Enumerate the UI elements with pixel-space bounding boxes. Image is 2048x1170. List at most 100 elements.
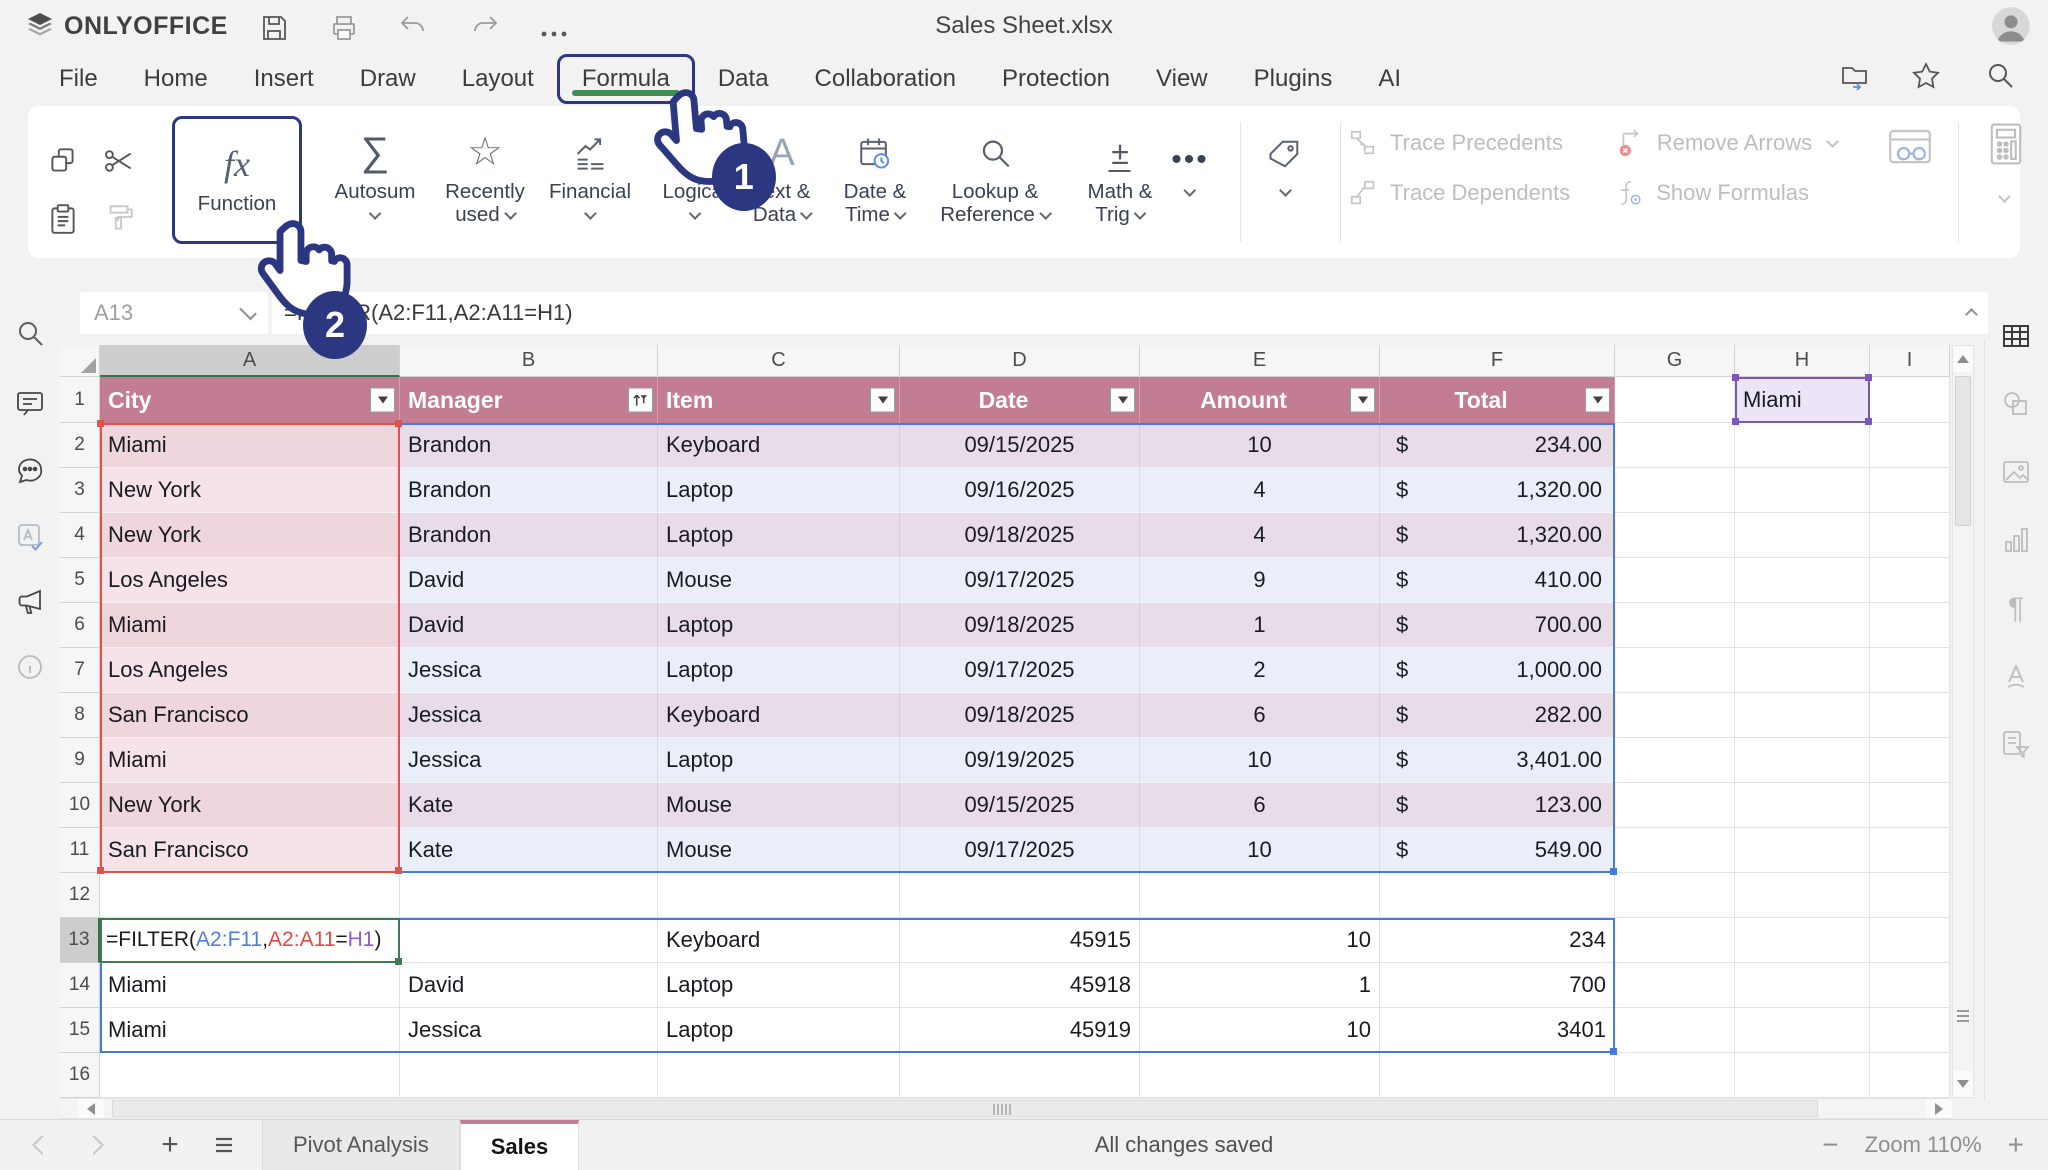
add-sheet-button[interactable]: +: [150, 1120, 190, 1170]
cell-H9[interactable]: [1735, 738, 1870, 783]
scroll-up-button[interactable]: [1953, 346, 1973, 372]
row-header-10[interactable]: 10: [60, 783, 100, 828]
column-header-D[interactable]: D: [900, 345, 1140, 377]
cell-B11[interactable]: Kate: [400, 828, 658, 873]
cell-D12[interactable]: [900, 873, 1140, 918]
spellcheck-icon[interactable]: [14, 521, 46, 553]
open-file-location-icon[interactable]: [1838, 60, 1870, 92]
cell-B2[interactable]: Brandon: [400, 423, 658, 468]
named-ranges-button[interactable]: [1266, 118, 1304, 198]
chevron-down-icon[interactable]: [1039, 207, 1052, 220]
chevron-down-icon[interactable]: [1279, 184, 1292, 197]
cell-F2[interactable]: $234.00: [1380, 423, 1615, 468]
cell-F4[interactable]: $1,320.00: [1380, 513, 1615, 558]
cell-F9[interactable]: $3,401.00: [1380, 738, 1615, 783]
cell-G8[interactable]: [1615, 693, 1735, 738]
cell-H3[interactable]: [1735, 468, 1870, 513]
tab-plugins[interactable]: Plugins: [1231, 52, 1356, 106]
cell-F15[interactable]: 3401: [1380, 1008, 1615, 1053]
filter-button[interactable]: [370, 388, 395, 413]
cell-C15[interactable]: Laptop: [658, 1008, 900, 1053]
cell-G3[interactable]: [1615, 468, 1735, 513]
cell-I15[interactable]: [1870, 1008, 1950, 1053]
trace-dependents-icon[interactable]: [1348, 178, 1378, 208]
tab-ai[interactable]: AI: [1355, 52, 1424, 106]
cell-C11[interactable]: Mouse: [658, 828, 900, 873]
cell-F13[interactable]: 234: [1380, 918, 1615, 963]
cell-H15[interactable]: [1735, 1008, 1870, 1053]
cell-B10[interactable]: Kate: [400, 783, 658, 828]
row-header-14[interactable]: 14: [60, 963, 100, 1008]
row-header-15[interactable]: 15: [60, 1008, 100, 1053]
cell-H8[interactable]: [1735, 693, 1870, 738]
cell-H1[interactable]: Miami: [1735, 377, 1870, 423]
cell-G11[interactable]: [1615, 828, 1735, 873]
chevron-down-icon[interactable]: [369, 207, 382, 220]
row-header-11[interactable]: 11: [60, 828, 100, 873]
cell-B9[interactable]: Jessica: [400, 738, 658, 783]
cell-H2[interactable]: [1735, 423, 1870, 468]
cell-A3[interactable]: New York: [100, 468, 400, 513]
watch-window-icon[interactable]: [1886, 124, 1934, 172]
cell-H5[interactable]: [1735, 558, 1870, 603]
row-header-2[interactable]: 2: [60, 423, 100, 468]
cell-A4[interactable]: New York: [100, 513, 400, 558]
paste-icon[interactable]: [46, 202, 80, 236]
cell-F11[interactable]: $549.00: [1380, 828, 1615, 873]
cell-B3[interactable]: Brandon: [400, 468, 658, 513]
cell-A7[interactable]: Los Angeles: [100, 648, 400, 693]
cell-D16[interactable]: [900, 1053, 1140, 1098]
cell-E2[interactable]: 10: [1140, 423, 1380, 468]
cell-A5[interactable]: Los Angeles: [100, 558, 400, 603]
vertical-scroll-thumb[interactable]: [1955, 376, 1971, 526]
cell-E4[interactable]: 4: [1140, 513, 1380, 558]
cell-H11[interactable]: [1735, 828, 1870, 873]
sheet-tab-pivot-analysis[interactable]: Pivot Analysis: [262, 1120, 460, 1170]
cell-C5[interactable]: Mouse: [658, 558, 900, 603]
text-art-settings-icon[interactable]: [2000, 660, 2032, 692]
cell-I11[interactable]: [1870, 828, 1950, 873]
feedback-megaphone-icon[interactable]: [14, 586, 46, 618]
cell-E9[interactable]: 10: [1140, 738, 1380, 783]
cell-D13[interactable]: 45915: [900, 918, 1140, 963]
cell-B14[interactable]: David: [400, 963, 658, 1008]
cell-A6[interactable]: Miami: [100, 603, 400, 648]
cell-G9[interactable]: [1615, 738, 1735, 783]
tab-view[interactable]: View: [1133, 52, 1231, 106]
formula-input[interactable]: =FILTER(A2:F11,A2:A11=H1): [272, 292, 1988, 334]
column-header-E[interactable]: E: [1140, 345, 1380, 377]
cell-I7[interactable]: [1870, 648, 1950, 693]
cell-A11[interactable]: San Francisco: [100, 828, 400, 873]
tab-protection[interactable]: Protection: [979, 52, 1133, 106]
scroll-down-button[interactable]: [1953, 1071, 1973, 1097]
cell-C4[interactable]: Laptop: [658, 513, 900, 558]
cell-E13[interactable]: 10: [1140, 918, 1380, 963]
cell-F7[interactable]: $1,000.00: [1380, 648, 1615, 693]
cell-G2[interactable]: [1615, 423, 1735, 468]
chevron-down-icon[interactable]: [1134, 207, 1147, 220]
cell-H12[interactable]: [1735, 873, 1870, 918]
cell-I9[interactable]: [1870, 738, 1950, 783]
cell-C10[interactable]: Mouse: [658, 783, 900, 828]
chevron-down-icon[interactable]: [1826, 135, 1839, 148]
chevron-down-icon[interactable]: [894, 207, 907, 220]
table-header-date[interactable]: Date: [900, 377, 1140, 423]
cell-C3[interactable]: Laptop: [658, 468, 900, 513]
cell-H16[interactable]: [1735, 1053, 1870, 1098]
cell-E6[interactable]: 1: [1140, 603, 1380, 648]
row-header-1[interactable]: 1: [60, 377, 100, 423]
row-header-13[interactable]: 13: [60, 918, 100, 963]
name-box[interactable]: A13: [80, 292, 268, 334]
ribbon-button-recently-used[interactable]: ☆Recentlyused: [445, 118, 525, 226]
cell-D8[interactable]: 09/18/2025: [900, 693, 1140, 738]
cell-B8[interactable]: Jessica: [400, 693, 658, 738]
row-header-8[interactable]: 8: [60, 693, 100, 738]
cell-I14[interactable]: [1870, 963, 1950, 1008]
cell-D14[interactable]: 45918: [900, 963, 1140, 1008]
cell-E8[interactable]: 6: [1140, 693, 1380, 738]
cell-G4[interactable]: [1615, 513, 1735, 558]
cell-F8[interactable]: $282.00: [1380, 693, 1615, 738]
search-icon[interactable]: [1984, 60, 2016, 92]
ribbon-button-date-time[interactable]: Date &Time: [844, 118, 907, 226]
sheet-tab-sales[interactable]: Sales: [460, 1120, 580, 1170]
